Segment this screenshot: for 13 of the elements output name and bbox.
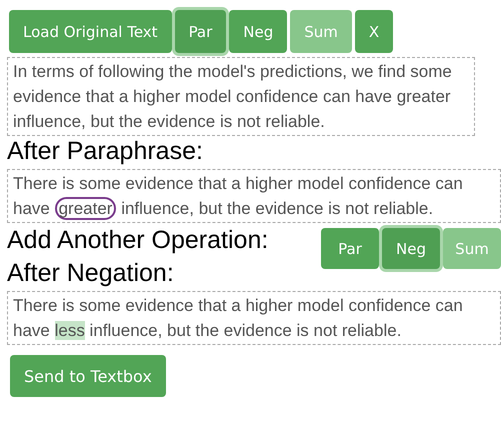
text-box: In terms of following the model's predictions, we find some evidence that a higher model confidence can have greater influence, but the evidence is not reliable. xyxy=(7,57,475,136)
operation-button[interactable]: Par xyxy=(174,10,226,53)
section-heading: Add Another Operation: xyxy=(7,226,268,254)
operation-button[interactable]: Neg xyxy=(229,10,288,53)
text-box: There is some evidence that a higher model confidence can have less influence, but the evidence is not reliable. xyxy=(7,291,501,345)
text-box: There is some evidence that a higher model confidence can have greater influence, but the evidence is not reliable. xyxy=(7,169,501,223)
operation-button[interactable]: Load Original Text xyxy=(9,10,172,53)
section-heading: After Negation: xyxy=(7,259,175,287)
section-heading: After Paraphrase: xyxy=(7,137,204,165)
operation-button[interactable]: Par xyxy=(321,228,379,269)
send-button[interactable]: Send to Textbox xyxy=(10,355,166,397)
operation-button[interactable]: X xyxy=(354,10,394,53)
operation-button[interactable]: Neg xyxy=(382,228,440,269)
